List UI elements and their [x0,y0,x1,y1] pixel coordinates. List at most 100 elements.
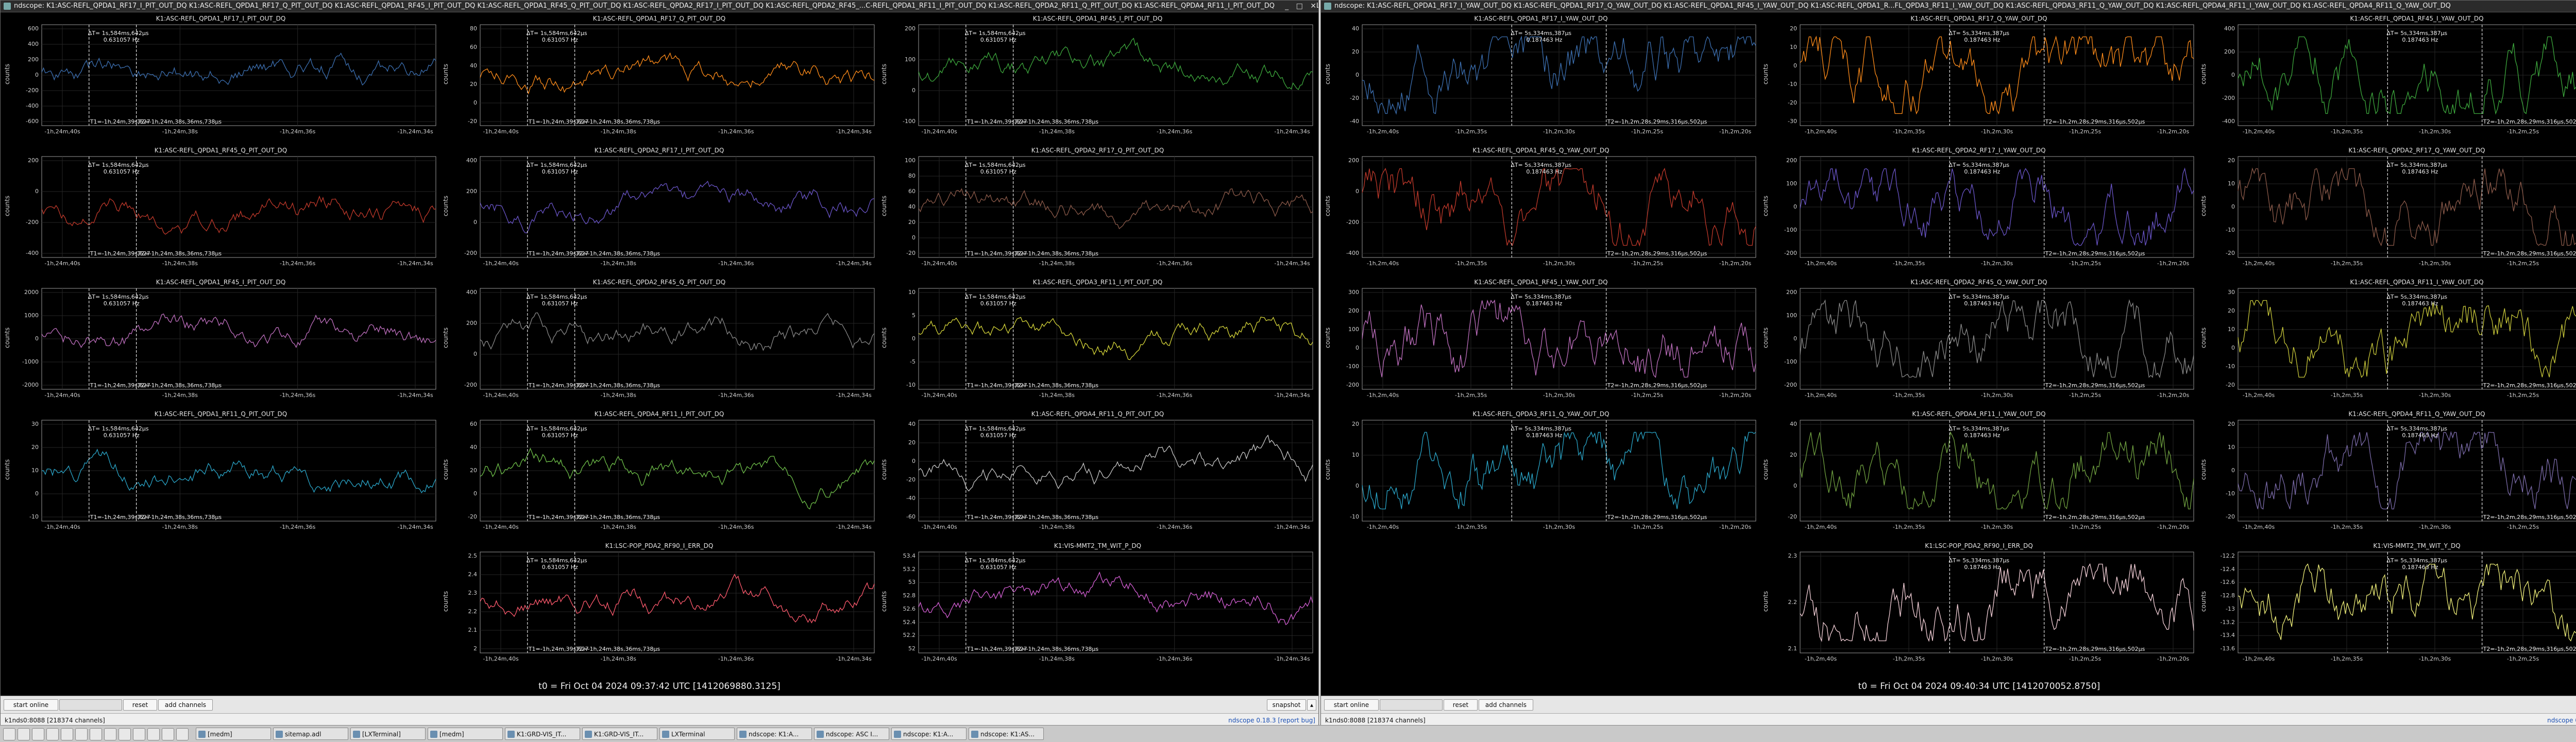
delta-t-prefix: ΔT= [526,162,539,168]
plot-title: K1:ASC-REFL_QPDA1_RF45_I_YAW_OUT_DQ [2350,15,2484,22]
y-axis-label: counts [2200,63,2207,84]
taskbar-window-button[interactable]: sitemap.adl [273,728,348,740]
plot-panel[interactable]: K1:ASC-REFL_QPDA4_RF11_I_YAW_OUT_DQ count… [1760,408,2198,540]
plot-panel[interactable]: K1:VIS-MMT2_TM_WIT_Y_DQ counts -12.2 -12.4 -… [2198,540,2576,671]
taskbar-window-button[interactable]: K1:GRD-VIS_IT... [505,728,580,740]
y-tick-label: -12.8 [2220,592,2235,599]
taskbar-window-button[interactable]: ndscope: ASC I... [814,728,889,740]
y-tick-label: -10 [2226,363,2235,370]
plot-panel[interactable]: K1:VIS-MMT2_TM_WIT_P_DQ counts 53.4 53.2 53 5… [878,540,1317,671]
maximize-icon[interactable]: □ [1296,2,1303,10]
add-channels-button[interactable]: add channels [1479,699,1533,711]
x-tick-label: -1h,24m,36s [1156,524,1193,530]
taskbar-window-label: LXTerminal [671,731,705,738]
y-tick-label: 400 [28,41,39,47]
minimize-icon[interactable]: _ [1285,2,1289,10]
plot-panel[interactable]: K1:ASC-REFL_QPDA1_RF17_Q_YAW_OUT_DQ count… [1760,12,2198,144]
plot-panel[interactable]: K1:ASC-REFL_QPDA1_RF17_Q_PIT_OUT_DQ count… [440,12,878,144]
plot-panel[interactable]: K1:ASC-REFL_QPDA3_RF11_I_YAW_OUT_DQ count… [2198,276,2576,408]
plot-panel[interactable]: K1:ASC-REFL_QPDA3_RF11_I_PIT_OUT_DQ count… [878,276,1317,408]
t2-cursor-label: T2=-1h,2m,28s,29ms,316μs,502μs [2045,646,2145,652]
monitor-icon[interactable] [90,728,102,740]
taskbar-window-button[interactable]: [medm] [196,728,271,740]
window-titlebar[interactable]: ndscope: K1:ASC-REFL_QPDA1_RF17_I_PIT_OU… [1,1,1318,12]
browser-icon[interactable] [46,728,59,740]
blank-button[interactable] [59,699,122,711]
taskbar-window-button[interactable]: ndscope: K1:A... [891,728,967,740]
y-axis-label: counts [1324,195,1331,216]
delta-t-prefix: ΔT= [1511,30,1523,37]
scope-icon[interactable] [162,728,174,740]
plot-panel[interactable]: K1:ASC-REFL_QPDA2_RF17_I_PIT_OUT_DQ count… [440,144,878,276]
plot-panel[interactable]: K1:ASC-REFL_QPDA2_RF45_Q_YAW_OUT_DQ count… [1760,276,2198,408]
t2-cursor-label: T2=-1h,2m,28s,29ms,316μs,502μs [1607,250,1707,257]
add-channels-button[interactable]: add channels [158,699,213,711]
x-tick-label: -1h,2m,20s [2157,524,2190,530]
editor-icon[interactable] [61,728,73,740]
t2-cursor-label: T2=-1h,24m,38s,36ms,738μs [1014,250,1099,257]
plot-panel[interactable]: K1:ASC-REFL_QPDA1_RF45_I_PIT_OUT_DQ count… [2,276,440,408]
x-tick-label: -1h,24m,34s [836,128,872,135]
y-tick-label: 52 [908,645,916,652]
delta-t-value: 5s,334ms,387μs [2398,557,2448,564]
x-tick-label: -1h,24m,40s [44,392,80,399]
y-tick-label: 100 [1786,312,1797,319]
y-tick-label: 200 [28,157,39,164]
plot-title: K1:ASC-REFL_QPDA2_RF17_I_PIT_OUT_DQ [594,147,724,154]
plot-panel[interactable]: K1:ASC-REFL_QPDA4_RF11_I_PIT_OUT_DQ count… [440,408,878,540]
snapshot-button[interactable]: snapshot [1267,699,1306,711]
plot-panel[interactable]: K1:ASC-REFL_QPDA1_RF45_I_YAW_OUT_DQ count… [1322,276,1760,408]
y-tick-label: 10 [2228,326,2235,333]
taskbar-window-button[interactable]: ndscope: K1:AS... [969,728,1044,740]
x-tick-label: -1h,24m,36s [718,260,754,267]
blank-button[interactable] [1380,699,1443,711]
y-tick-label: 10 [1790,44,1797,50]
plot-panel[interactable]: K1:LSC-POP_PDA2_RF90_I_ERR_DQ counts 2.3 2.… [1760,540,2198,671]
plot-panel[interactable]: K1:ASC-REFL_QPDA1_RF17_I_YAW_OUT_DQ count… [1322,12,1760,144]
plot-panel[interactable]: K1:ASC-REFL_QPDA1_RF45_Q_PIT_OUT_DQ count… [2,144,440,276]
menu-icon[interactable] [3,728,15,740]
plot-panel[interactable]: K1:ASC-REFL_QPDA1_RF17_I_PIT_OUT_DQ count… [2,12,440,144]
plot-title: K1:ASC-REFL_QPDA4_RF11_I_YAW_OUT_DQ [1912,410,2046,418]
delta-t-prefix: ΔT= [88,162,100,168]
help-icon[interactable] [176,728,189,740]
y-tick-label: 40 [908,421,916,427]
reset-button[interactable]: reset [1444,699,1478,711]
taskbar-window-button[interactable]: ndscope: K1:A... [737,728,812,740]
folder-icon[interactable] [118,728,131,740]
plot-panel[interactable]: K1:ASC-REFL_QPDA2_RF45_Q_PIT_OUT_DQ count… [440,276,878,408]
start-online-button[interactable]: start online [1324,699,1379,711]
window-titlebar[interactable]: ndscope: K1:ASC-REFL_QPDA1_RF17_I_YAW_OU… [1321,1,2576,12]
taskbar-window-button[interactable]: [medm] [428,728,503,740]
network-icon[interactable] [104,728,116,740]
terminal-icon[interactable] [18,728,30,740]
settings-icon[interactable] [75,728,88,740]
taskbar-window-button[interactable]: LXTerminal [659,728,735,740]
plot-panel[interactable]: K1:ASC-REFL_QPDA2_RF17_I_YAW_OUT_DQ count… [1760,144,2198,276]
taskbar-window-button[interactable]: [LXTerminal] [350,728,426,740]
plot-panel[interactable]: K1:ASC-REFL_QPDA1_RF45_I_YAW_OUT_DQcount… [2198,12,2576,144]
y-tick-label: 80 [908,172,916,179]
camera-icon[interactable] [133,728,145,740]
y-tick-label: 300 [1348,289,1359,296]
plot-panel[interactable]: K1:ASC-REFL_QPDA4_RF11_Q_PIT_OUT_DQ count… [878,408,1317,540]
close-icon[interactable]: ✕ [1310,2,1316,10]
t2-cursor-label: T2=-1h,24m,38s,36ms,738μs [1014,514,1099,521]
y-tick-label: 20 [1790,25,1797,32]
delta-t-readout: ΔT= 5s,334ms,387μs 0.187463 Hz [1948,30,2009,43]
plot-panel[interactable]: K1:ASC-REFL_QPDA1_RF11_Q_PIT_OUT_DQ count… [2,408,440,540]
plot-panel[interactable]: K1:ASC-REFL_QPDA4_RF11_Q_YAW_OUT_DQ count… [2198,408,2576,540]
plot-panel[interactable]: K1:ASC-REFL_QPDA1_RF45_I_PIT_OUT_DQ count… [878,12,1317,144]
plot-panel[interactable]: K1:ASC-REFL_QPDA2_RF17_Q_PIT_OUT_DQ count… [878,144,1317,276]
plot-panel[interactable]: K1:LSC-POP_PDA2_RF90_I_ERR_DQ counts 2.5 2.… [440,540,878,671]
calculator-icon[interactable] [147,728,160,740]
plot-panel[interactable]: K1:ASC-REFL_QPDA3_RF11_Q_YAW_OUT_DQ count… [1322,408,1760,540]
files-icon[interactable] [32,728,44,740]
snapshot-menu-icon[interactable]: ▴ [1307,699,1316,711]
taskbar-window-button[interactable]: K1:GRD-VIS_IT... [582,728,657,740]
plot-panel[interactable]: K1:ASC-REFL_QPDA1_RF45_Q_YAW_OUT_DQ count… [1322,144,1760,276]
y-tick-label: 0 [473,490,477,497]
plot-panel[interactable]: K1:ASC-REFL_QPDA2_RF17_Q_YAW_OUT_DQ count… [2198,144,2576,276]
start-online-button[interactable]: start online [4,699,58,711]
reset-button[interactable]: reset [123,699,157,711]
